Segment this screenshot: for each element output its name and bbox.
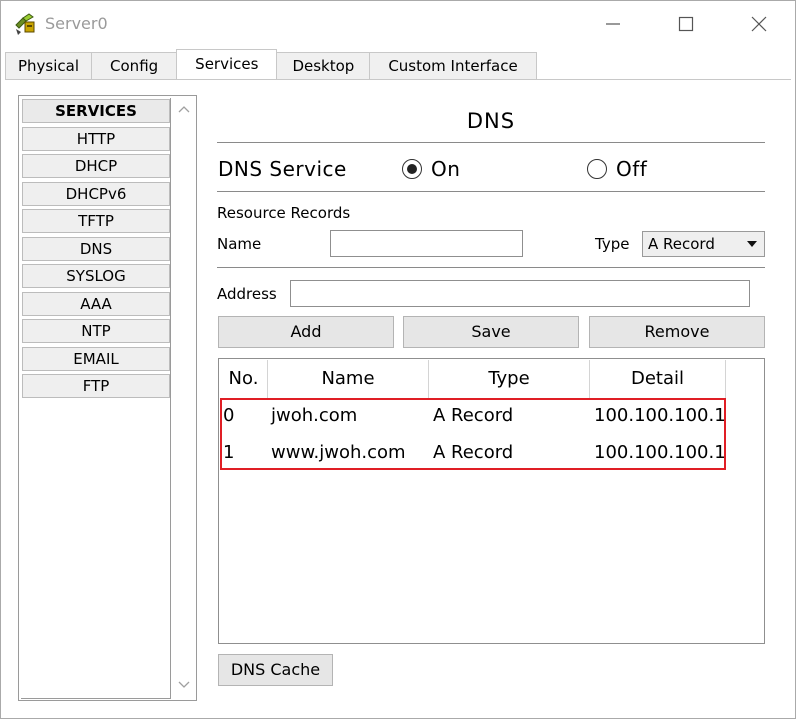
dns-cache-button[interactable]: DNS Cache: [218, 654, 333, 686]
sidebar-item-dhcpv6[interactable]: DHCPv6: [22, 181, 170, 206]
records-divider: [217, 267, 765, 268]
tab-config[interactable]: Config: [91, 52, 178, 79]
tab-services[interactable]: Services: [176, 49, 278, 79]
column-header-no[interactable]: No.: [220, 360, 268, 398]
sidebar-item-ftp[interactable]: FTP: [22, 374, 170, 398]
sidebar-item-dhcp[interactable]: DHCP: [22, 154, 170, 178]
tabs-divider: [5, 79, 791, 80]
type-select-value: A Record: [648, 235, 715, 253]
radio-selected-dot: [407, 164, 417, 174]
maximize-icon: [678, 16, 694, 32]
services-sidebar: SERVICES HTTP DHCP DHCPv6 TFTP DNS SYSLO…: [18, 95, 197, 701]
services-header: SERVICES: [22, 99, 170, 123]
resource-records-label: Resource Records: [217, 204, 351, 222]
remove-button[interactable]: Remove: [589, 316, 765, 348]
tab-bar: Physical Config Services Desktop Custom …: [5, 49, 537, 79]
column-header-detail[interactable]: Detail: [590, 360, 726, 398]
services-list: SERVICES HTTP DHCP DHCPv6 TFTP DNS SYSLO…: [22, 99, 170, 402]
server-tools-icon: [13, 11, 39, 37]
dropdown-arrow-icon: [747, 241, 757, 247]
dns-on-label[interactable]: On: [431, 157, 460, 181]
type-select[interactable]: A Record: [642, 231, 765, 257]
column-header-name[interactable]: Name: [268, 360, 429, 398]
column-header-type[interactable]: Type: [429, 360, 590, 398]
sidebar-item-ntp[interactable]: NTP: [22, 319, 170, 343]
window-title: Server0: [45, 14, 108, 33]
sidebar-item-http[interactable]: HTTP: [22, 126, 170, 151]
minimize-button[interactable]: [593, 9, 633, 39]
maximize-button[interactable]: [666, 9, 706, 39]
scroll-down-button[interactable]: [175, 676, 193, 694]
close-icon: [751, 16, 767, 32]
sidebar-item-email[interactable]: EMAIL: [22, 346, 170, 371]
sidebar-item-aaa[interactable]: AAA: [22, 291, 170, 316]
tab-physical[interactable]: Physical: [5, 52, 93, 79]
tab-desktop[interactable]: Desktop: [276, 52, 371, 79]
minimize-icon: [606, 23, 620, 25]
title-divider: [217, 142, 765, 143]
panel-title: DNS: [466, 109, 516, 133]
tab-custom-interface[interactable]: Custom Interface: [369, 52, 537, 79]
sidebar-item-syslog[interactable]: SYSLOG: [22, 264, 170, 288]
chevron-up-icon: [178, 106, 190, 113]
address-input[interactable]: [290, 280, 750, 307]
scroll-up-button[interactable]: [175, 100, 193, 118]
dns-service-label: DNS Service: [218, 157, 347, 181]
title-bar: Server0: [1, 1, 795, 47]
chevron-down-icon: [178, 681, 190, 688]
service-divider: [217, 191, 765, 192]
dns-off-radio[interactable]: [587, 159, 607, 179]
save-button[interactable]: Save: [403, 316, 579, 348]
type-label: Type: [595, 235, 630, 253]
name-label: Name: [217, 235, 262, 253]
dns-on-radio[interactable]: [402, 159, 422, 179]
services-list-area: SERVICES HTTP DHCP DHCPv6 TFTP DNS SYSLO…: [21, 98, 171, 699]
sidebar-item-tftp[interactable]: TFTP: [22, 209, 170, 233]
address-label: Address: [217, 285, 277, 303]
add-button[interactable]: Add: [218, 316, 394, 348]
records-highlight-box: [220, 398, 726, 470]
server-window: Server0 Physical Config Services Desktop…: [0, 0, 796, 719]
sidebar-item-dns[interactable]: DNS: [22, 236, 170, 261]
close-button[interactable]: [739, 9, 779, 39]
name-input[interactable]: [330, 230, 523, 257]
dns-off-label[interactable]: Off: [616, 157, 647, 181]
